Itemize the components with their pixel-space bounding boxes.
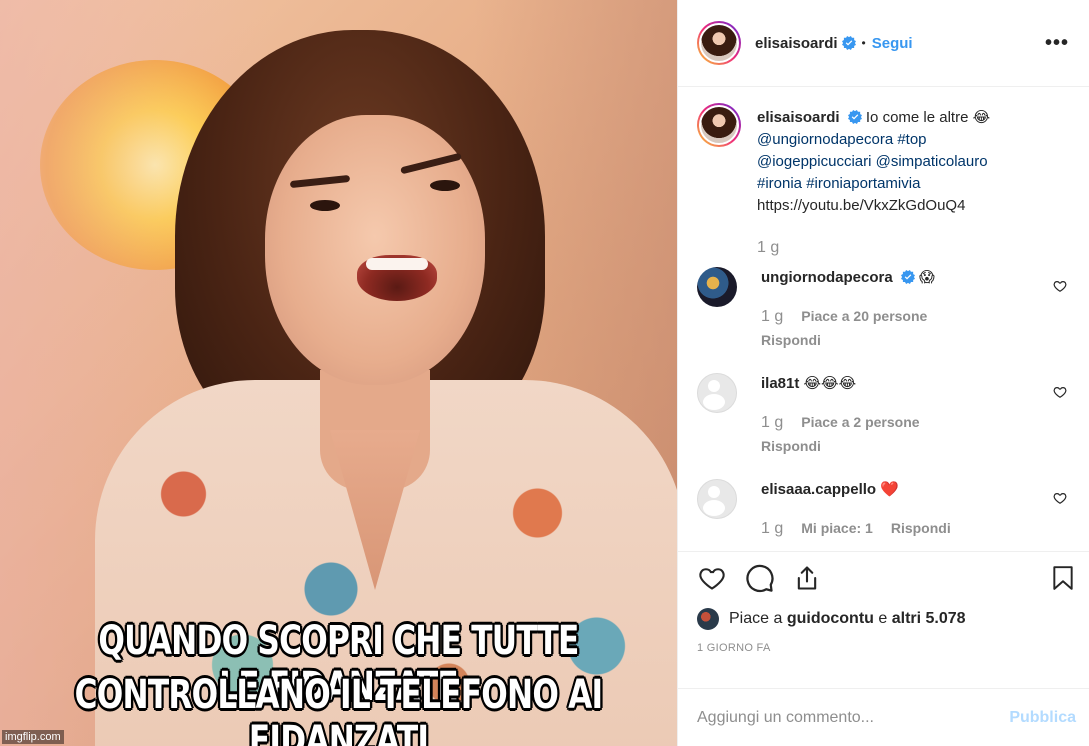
reply-button[interactable]: Rispondi [891,517,951,539]
comment-username[interactable]: ila81t [761,375,799,392]
publish-button[interactable]: Pubblica [1009,709,1076,727]
reply-button[interactable]: Rispondi [761,435,1069,457]
reply-button[interactable]: Rispondi [761,329,1069,351]
comment-text: 😂😂😂 [803,375,857,392]
add-comment-bar: Pubblica [678,688,1089,746]
post-timestamp[interactable]: 1 GIORNO FA [697,642,1076,654]
liker-avatar[interactable] [697,608,719,630]
comment-text: 😱 [919,269,935,286]
comment-heart-icon[interactable] [1053,491,1067,505]
post-side-panel: elisaisoardi • Segui ••• elisaisoardi Io… [677,0,1089,746]
caption-time[interactable]: 1 g [757,237,779,259]
comment-icon[interactable] [745,563,775,593]
post-caption: elisaisoardi Io come le altre 😂 @ungiorn… [697,103,1069,259]
comment-input[interactable] [697,708,1010,727]
likes-summary[interactable]: Piace a guidocontu e altri 5.078 [697,608,1076,630]
commenter-avatar[interactable] [697,479,737,519]
follow-button[interactable]: Segui [872,35,913,52]
imgflip-watermark: imgflip.com [2,730,64,744]
caption-hashtags[interactable]: #ironia #ironiaportamivia [757,175,920,192]
comment-time[interactable]: 1 g [761,518,783,540]
verified-icon [847,110,862,124]
comment-username[interactable]: elisaaa.cappello [761,481,876,498]
comment-likes[interactable]: Piace a 2 persone [801,411,919,433]
caption-mentions[interactable]: @ungiornodapecora #top [757,131,927,148]
comments-list[interactable]: elisaisoardi Io come le altre 😂 @ungiorn… [678,87,1089,551]
more-options-icon[interactable]: ••• [1045,32,1069,55]
commenter-avatar[interactable] [697,267,737,307]
instagram-post: QUANDO SCOPRI CHE TUTTE LE FIDANZATE CON… [0,0,1089,746]
post-image[interactable]: QUANDO SCOPRI CHE TUTTE LE FIDANZATE CON… [0,0,677,746]
comment-item: elisaaa.cappello ❤️ 1 g Mi piace: 1 Risp… [697,479,1069,540]
meme-caption-bottom: CONTROLLANO IL TELEFONO AI FIDANZATI [74,672,603,746]
heart-icon[interactable] [697,564,727,592]
comment-heart-icon[interactable] [1053,279,1067,293]
comment-username[interactable]: ungiornodapecora [761,269,893,286]
author-username[interactable]: elisaisoardi [755,35,838,52]
caption-author-avatar[interactable] [697,103,741,147]
author-avatar[interactable] [697,21,741,65]
comment-likes[interactable]: Mi piace: 1 [801,517,873,539]
comment-item: ungiornodapecora 😱 1 g Piace a 20 person… [697,267,1069,351]
bookmark-icon[interactable] [1050,563,1076,593]
comment-time[interactable]: 1 g [761,306,783,328]
likes-count[interactable]: altri 5.078 [892,610,966,627]
post-actions: Piace a guidocontu e altri 5.078 1 GIORN… [678,551,1089,654]
comment-heart-icon[interactable] [1053,385,1067,399]
commenter-avatar[interactable] [697,373,737,413]
comment-text: ❤️ [880,481,899,498]
caption-text: Io come le altre 😂 [865,109,991,126]
comment-time[interactable]: 1 g [761,412,783,434]
post-header: elisaisoardi • Segui ••• [678,0,1089,87]
liker-username[interactable]: guidocontu [787,610,874,627]
caption-username[interactable]: elisaisoardi [757,109,840,126]
verified-icon [900,270,915,284]
comment-likes[interactable]: Piace a 20 persone [801,305,927,327]
caption-link[interactable]: https://youtu.be/VkxZkGdOuQ4 [757,197,965,214]
caption-mentions-2[interactable]: @iogeppicucciari @simpaticolauro [757,153,988,170]
share-icon[interactable] [793,564,821,592]
verified-icon [841,36,856,50]
comment-item: ila81t 😂😂😂 1 g Piace a 2 persone Rispond… [697,373,1069,457]
